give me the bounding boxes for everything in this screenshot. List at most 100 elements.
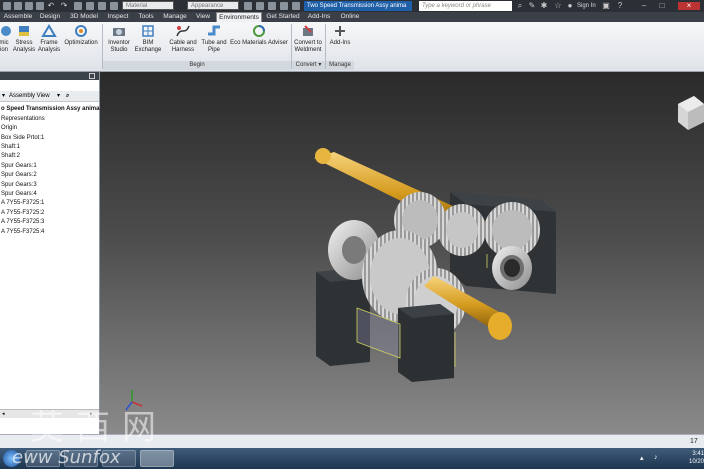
add-ins-button[interactable]: Add-Ins bbox=[327, 24, 353, 60]
tree-item[interactable]: Spur Gears:3 bbox=[1, 181, 37, 190]
select-icon[interactable] bbox=[98, 2, 106, 10]
maximize-icon[interactable]: □ bbox=[658, 2, 666, 10]
redo-icon[interactable]: ↷ bbox=[60, 2, 68, 10]
new-icon[interactable] bbox=[14, 2, 22, 10]
tab-view[interactable]: View bbox=[192, 12, 214, 22]
ipart-icon[interactable] bbox=[280, 2, 288, 10]
search-input[interactable]: Type a keyword or phrase bbox=[419, 1, 512, 11]
tray-volume-icon[interactable]: ♪ bbox=[654, 454, 662, 462]
minimize-icon[interactable]: – bbox=[640, 2, 648, 10]
eco-materials-adviser-button[interactable]: Eco Materials Adviser bbox=[228, 24, 290, 60]
inventor-studio-button[interactable]: Inventor Studio bbox=[106, 24, 132, 60]
browser-menu-icon[interactable] bbox=[89, 73, 95, 79]
clear-icon[interactable] bbox=[244, 2, 252, 10]
tree-item[interactable]: Spur Gears:1 bbox=[1, 162, 37, 171]
sign-in-link[interactable]: Sign In bbox=[577, 0, 596, 12]
tab-get-started[interactable]: Get Started bbox=[264, 12, 302, 22]
customize-icon[interactable] bbox=[292, 2, 300, 10]
scroll-left-icon[interactable]: ◂ bbox=[2, 411, 7, 417]
panel-manage-label: Manage bbox=[326, 61, 354, 70]
tree-item[interactable]: A 7Y55-F3725:2 bbox=[1, 209, 44, 218]
tree-item[interactable]: A 7Y55-F3725:1 bbox=[1, 199, 44, 208]
button-label: Inventor bbox=[108, 40, 130, 46]
tree-item[interactable]: Shaft:2 bbox=[1, 152, 20, 161]
tab-inspect[interactable]: Inspect bbox=[104, 12, 132, 22]
app-menu-icon[interactable] bbox=[3, 2, 11, 10]
document-title: Two Speed Transmission Assy anima bbox=[304, 1, 412, 11]
measure-icon[interactable] bbox=[268, 2, 276, 10]
parameters-icon[interactable] bbox=[256, 2, 264, 10]
save-icon[interactable] bbox=[36, 2, 44, 10]
material-combo[interactable]: Material bbox=[122, 1, 174, 10]
color-icon[interactable] bbox=[110, 2, 118, 10]
browser-view-select[interactable]: Assembly View bbox=[9, 91, 50, 101]
tray-network-icon[interactable]: ▴ bbox=[640, 454, 648, 462]
button-label: Tube and bbox=[201, 40, 227, 46]
model-browser: ▾ Assembly View ▾ ⌕ o Speed Transmission… bbox=[0, 72, 100, 434]
tube-pipe-button[interactable]: Tube and Pipe bbox=[200, 24, 228, 60]
graphics-viewport[interactable] bbox=[100, 72, 704, 434]
optimization-icon bbox=[75, 25, 87, 37]
button-label: Harness bbox=[171, 47, 195, 53]
favorites-icon[interactable]: ☆ bbox=[554, 2, 562, 10]
tab-online[interactable]: Online bbox=[336, 12, 364, 22]
exchange-icon[interactable]: ✱ bbox=[540, 2, 548, 10]
frame-analysis-button[interactable]: Frame Analysis bbox=[37, 24, 61, 60]
update-icon[interactable] bbox=[86, 2, 94, 10]
button-label: Analysis bbox=[12, 47, 36, 53]
stress-analysis-icon bbox=[19, 26, 29, 36]
button-label: Optimization bbox=[64, 40, 98, 46]
optimization-button[interactable]: Optimization bbox=[62, 24, 100, 60]
taskbar-clock[interactable]: 3:41 10/20 bbox=[676, 450, 704, 466]
button-label: Studio bbox=[110, 47, 128, 53]
tab-tools[interactable]: Tools bbox=[134, 12, 158, 22]
button-label: Frame bbox=[40, 40, 58, 46]
cable-icon bbox=[176, 25, 190, 37]
title-bar: ↶ ↷ Material Appearance Two Speed Transm… bbox=[0, 0, 704, 12]
tab-assemble[interactable]: Assemble bbox=[2, 12, 34, 22]
undo-icon[interactable]: ↶ bbox=[47, 2, 55, 10]
dynamic-simulation-button[interactable]: mic ion bbox=[0, 24, 11, 60]
stress-analysis-button[interactable]: Stress Analysis bbox=[12, 24, 36, 60]
search-icon[interactable]: ⌕ bbox=[516, 2, 524, 10]
tree-item[interactable]: Spur Gears:4 bbox=[1, 190, 37, 199]
cable-harness-button[interactable]: Cable and Harness bbox=[166, 24, 200, 60]
view-cube[interactable] bbox=[678, 96, 704, 130]
watermark-text: eww Sunfox bbox=[12, 447, 121, 468]
cart-icon[interactable]: ▣ bbox=[602, 2, 610, 10]
clock-date: 10/20 bbox=[688, 459, 704, 465]
convert-to-weldment-button[interactable]: Convert to Weldment bbox=[293, 24, 323, 60]
tools-icon[interactable]: ✎ bbox=[528, 2, 536, 10]
button-label: mic bbox=[0, 40, 9, 46]
chevron-down-icon[interactable]: ▾ bbox=[57, 91, 60, 101]
panel-convert-label[interactable]: Convert ▾ bbox=[292, 61, 325, 70]
bim-exchange-button[interactable]: BIM Exchange bbox=[134, 24, 162, 60]
button-label: Add-Ins bbox=[329, 40, 351, 46]
tree-root[interactable]: o Speed Transmission Assy anima bbox=[1, 105, 99, 114]
assembly-render bbox=[125, 96, 704, 411]
tree-item[interactable]: Spur Gears:2 bbox=[1, 171, 37, 180]
tab-design[interactable]: Design bbox=[37, 12, 63, 22]
help-icon[interactable]: ? bbox=[616, 2, 624, 10]
binoculars-icon[interactable]: ⌕ bbox=[66, 91, 69, 101]
user-icon[interactable]: ● bbox=[566, 2, 574, 10]
tab-add-ins[interactable]: Add-Ins bbox=[305, 12, 333, 22]
tree-item[interactable]: Box Side Prtot:1 bbox=[1, 134, 44, 143]
tree-item[interactable]: Representations bbox=[1, 115, 45, 124]
taskbar-inventor-button[interactable] bbox=[140, 450, 174, 467]
tree-item[interactable]: A 7Y55-F3725:4 bbox=[1, 228, 44, 237]
eco-materials-icon bbox=[253, 25, 265, 37]
appearance-combo[interactable]: Appearance bbox=[187, 1, 239, 10]
tree-item[interactable]: Shaft:1 bbox=[1, 143, 20, 152]
close-icon[interactable]: × bbox=[678, 2, 700, 10]
tab-environments[interactable]: Environments bbox=[216, 12, 262, 22]
open-icon[interactable] bbox=[25, 2, 33, 10]
weldment-icon bbox=[303, 25, 313, 36]
tree-item[interactable]: Origin bbox=[1, 124, 17, 133]
home-icon[interactable] bbox=[74, 2, 82, 10]
tree-item[interactable]: A 7Y55-F3725:3 bbox=[1, 218, 44, 227]
tab-manage[interactable]: Manage bbox=[160, 12, 190, 22]
filter-icon[interactable]: ▾ bbox=[2, 91, 5, 101]
bim-icon bbox=[142, 25, 154, 37]
tab-3d-model[interactable]: 3D Model bbox=[66, 12, 102, 22]
